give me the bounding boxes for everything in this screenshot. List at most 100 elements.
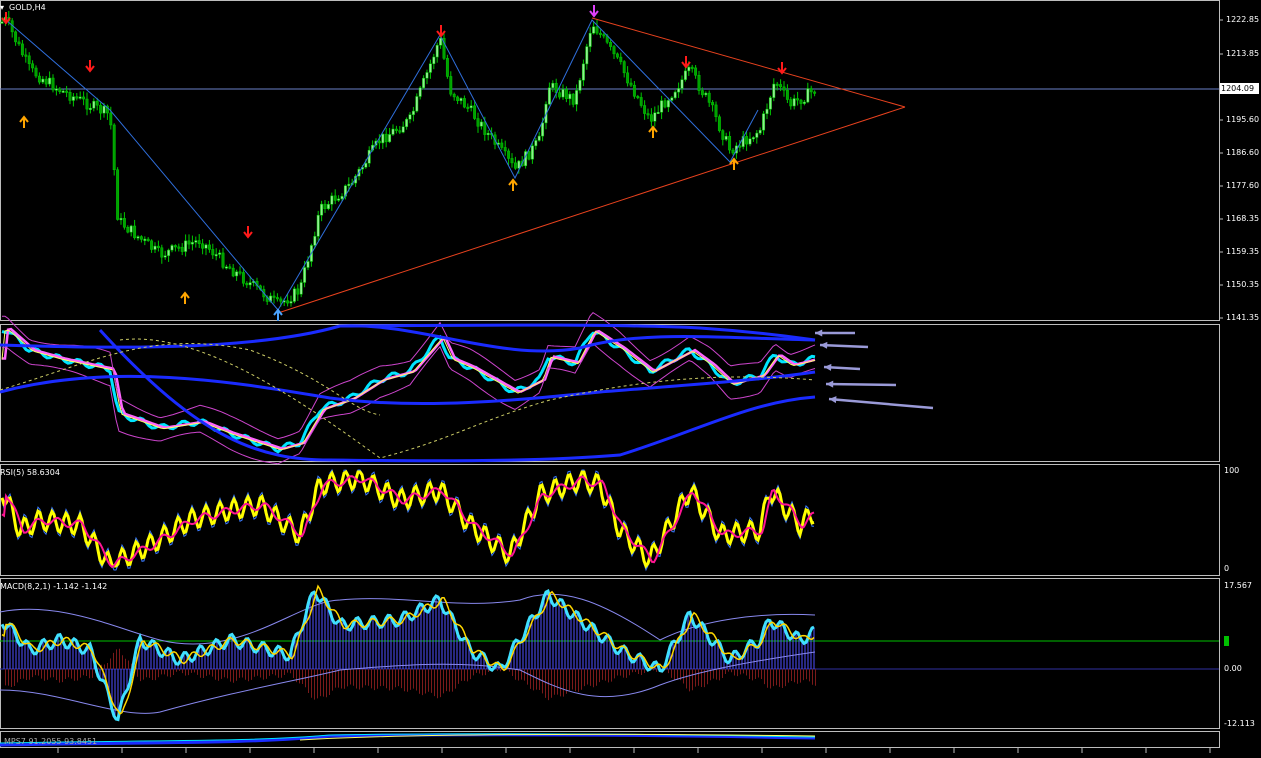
candle — [75, 93, 79, 101]
bottom-indicator-panel[interactable] — [0, 733, 816, 747]
candle — [177, 243, 181, 252]
candle — [411, 106, 415, 122]
candle — [173, 244, 177, 252]
candle — [388, 127, 392, 143]
candle — [337, 195, 341, 202]
ma-fast-line — [1, 330, 816, 454]
candle — [133, 219, 137, 240]
candle — [503, 140, 507, 156]
candle — [792, 94, 796, 110]
candle — [17, 36, 21, 46]
candle — [146, 237, 150, 242]
macd-scale-top: 17.567 — [1224, 581, 1252, 590]
candle — [88, 103, 92, 114]
candle — [513, 156, 517, 170]
candle — [58, 87, 62, 95]
candle — [275, 293, 279, 302]
candle — [415, 93, 419, 113]
candle — [507, 148, 511, 166]
candle — [82, 91, 86, 106]
candle — [575, 84, 579, 112]
candle — [292, 286, 296, 304]
candle — [48, 71, 52, 87]
candle — [459, 97, 463, 105]
macd-panel[interactable] — [0, 584, 1219, 722]
annotation-arrow-icon — [815, 329, 855, 337]
candle — [772, 78, 776, 102]
candle — [547, 82, 551, 106]
candle — [221, 247, 225, 270]
price-tick-label: 1177.60 — [1226, 181, 1260, 190]
candle — [660, 95, 664, 120]
candle — [153, 242, 157, 253]
candle — [14, 30, 18, 46]
sell-arrow-icon — [243, 226, 253, 239]
buy-arrow-icon — [508, 178, 518, 191]
candle — [211, 243, 215, 259]
candle — [673, 90, 677, 100]
macd-level-marker — [1224, 636, 1229, 646]
chart-menu-icon[interactable]: ▾ — [0, 3, 4, 13]
candle — [34, 65, 38, 79]
candle — [612, 44, 616, 59]
candle — [316, 210, 320, 241]
band-middle-line — [0, 370, 816, 406]
macd-label: MACD(8,2,1) -1.142 -1.142 — [0, 582, 108, 591]
candle — [486, 129, 490, 141]
annotation-arrow-icon — [828, 396, 934, 410]
trading-chart[interactable] — [0, 0, 1261, 758]
candle — [422, 75, 426, 90]
candle — [170, 244, 174, 253]
candle — [751, 136, 755, 142]
buy-arrow-icon — [180, 291, 190, 304]
candle — [510, 153, 514, 168]
candle — [85, 92, 89, 116]
candle — [190, 235, 194, 251]
candle — [711, 100, 715, 112]
candle — [238, 266, 242, 276]
candle — [622, 60, 626, 78]
candle — [694, 65, 698, 79]
candle — [714, 101, 718, 122]
support-trendline — [277, 106, 906, 314]
candle — [796, 91, 800, 106]
candle — [391, 124, 395, 136]
rsi-panel[interactable] — [0, 468, 815, 572]
candle — [54, 85, 58, 96]
candle — [656, 105, 660, 114]
candle — [476, 112, 480, 133]
candle — [418, 85, 422, 100]
candle — [806, 82, 810, 104]
candle — [333, 189, 337, 205]
candle — [44, 75, 48, 88]
buy-arrow-icon — [648, 125, 658, 138]
price-tick-label: 1141.35 — [1226, 313, 1260, 322]
candle — [581, 59, 585, 87]
candle — [425, 69, 429, 85]
annotation-arrows — [815, 329, 934, 410]
candle — [697, 70, 701, 95]
candle — [401, 121, 405, 134]
candle — [289, 295, 293, 307]
price-tick-label: 1213.85 — [1226, 49, 1260, 58]
candle — [765, 103, 769, 120]
candle — [68, 89, 72, 105]
moving-average-panel[interactable] — [0, 312, 816, 465]
candle — [92, 98, 96, 112]
candle — [207, 239, 211, 253]
candle — [456, 95, 460, 105]
rsi-scale-bottom: 0 — [1224, 564, 1230, 573]
candle — [632, 80, 636, 99]
candle — [728, 131, 732, 154]
candle — [561, 84, 565, 100]
candle — [204, 243, 208, 256]
candle — [809, 85, 813, 99]
candle — [201, 238, 205, 255]
candle — [61, 89, 65, 93]
candle — [578, 77, 582, 94]
candle — [214, 248, 218, 261]
candle — [677, 82, 681, 98]
rsi-scale-top: 100 — [1224, 466, 1240, 475]
candle — [139, 235, 143, 243]
price-panel[interactable] — [0, 5, 1219, 321]
